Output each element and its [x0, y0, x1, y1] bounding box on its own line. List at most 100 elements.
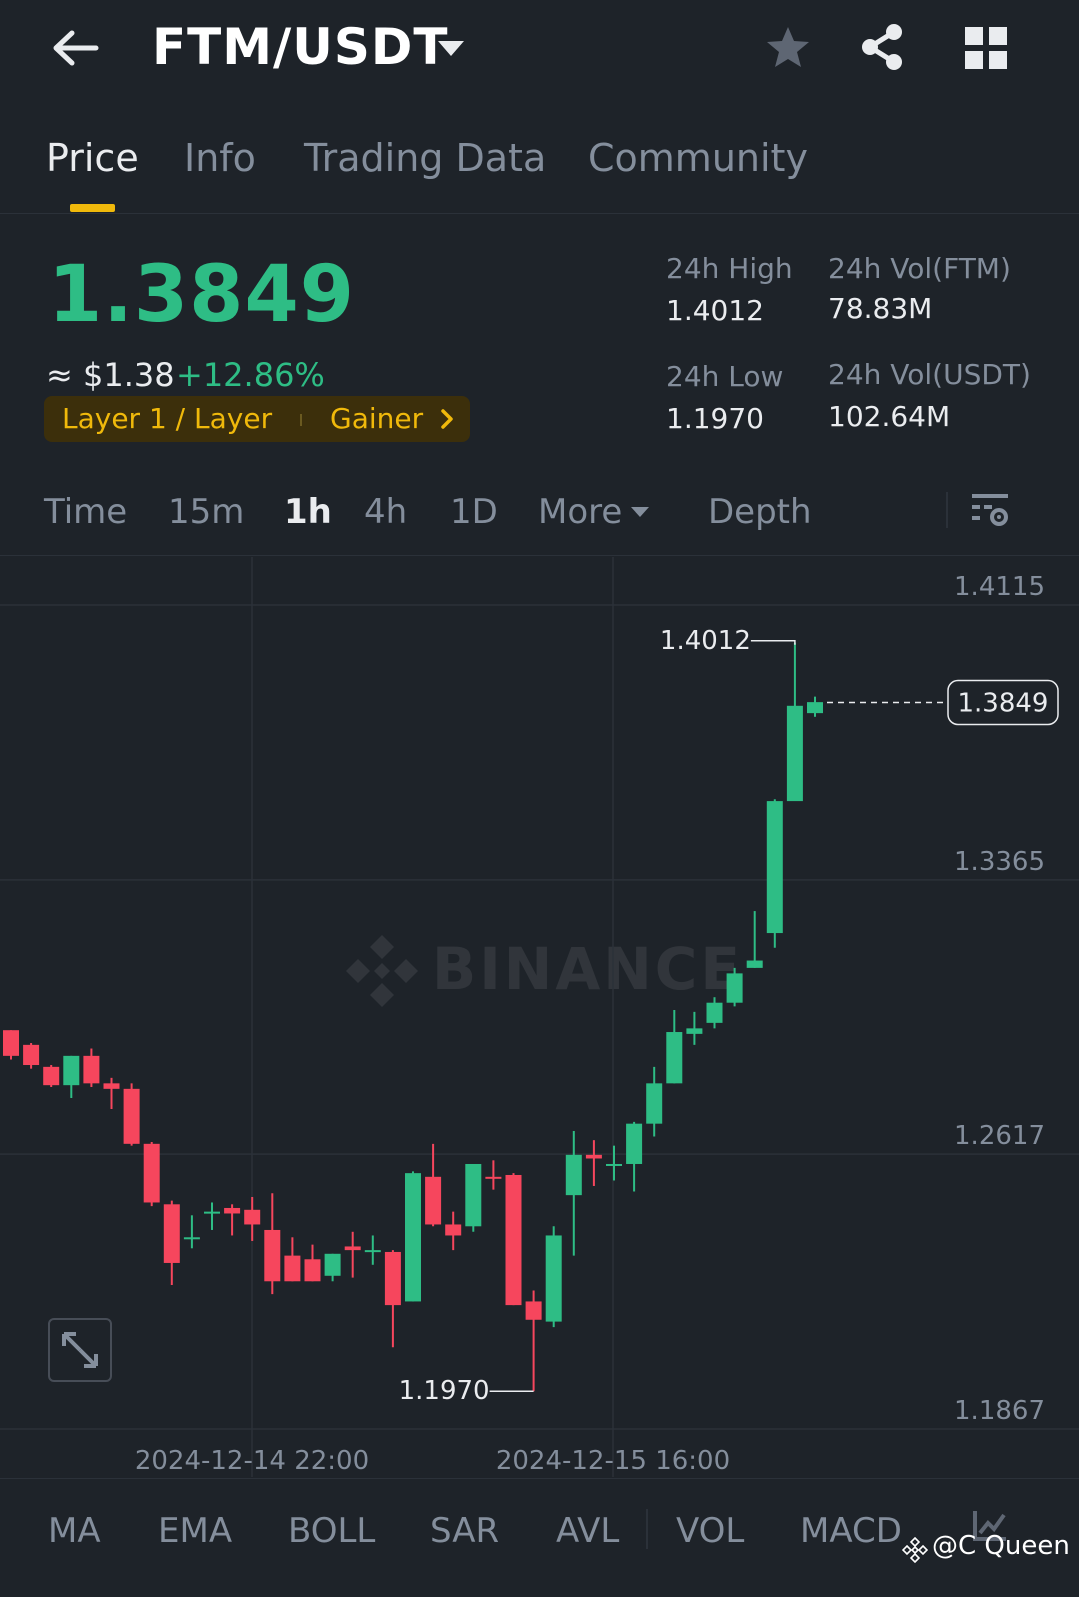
expand-icon	[62, 1332, 98, 1368]
indicator-sar[interactable]: SAR	[430, 1511, 499, 1551]
candle-body	[545, 1235, 562, 1322]
depth-tab[interactable]: Depth	[708, 492, 812, 532]
stat-low-label: 24h Low	[666, 360, 784, 393]
interval-more[interactable]: More	[538, 492, 622, 532]
indicator-boll[interactable]: BOLL	[288, 1511, 375, 1551]
y-axis-tick-label: 1.2617	[954, 1121, 1045, 1151]
back-arrow-icon[interactable]	[50, 28, 100, 68]
chart-settings-icon[interactable]	[970, 490, 1010, 530]
candle-body	[766, 801, 783, 934]
candle-body	[123, 1088, 140, 1144]
candle-body	[344, 1246, 361, 1251]
candle-body	[505, 1174, 522, 1306]
indicator-bar: MA EMA BOLL SAR AVL VOL MACD @C Queen	[0, 1478, 1079, 1597]
interval-1h[interactable]: 1h	[284, 492, 332, 532]
category-tag[interactable]: Layer 1 / Layer Gainer	[44, 396, 470, 442]
candle-body	[304, 1259, 321, 1282]
stat-vol-usdt-value: 102.64M	[828, 400, 951, 433]
pair-title[interactable]: FTM/USDT	[152, 18, 449, 76]
share-icon[interactable]	[858, 22, 906, 72]
y-axis-tick-label: 1.1867	[954, 1396, 1045, 1426]
candle-body	[204, 1211, 220, 1214]
tab-trading-data[interactable]: Trading Data	[304, 136, 546, 180]
indicator-vol[interactable]: VOL	[676, 1511, 744, 1551]
candle-body	[807, 702, 823, 714]
tag-category: Layer 1 / Layer	[62, 402, 273, 435]
candle-body	[445, 1224, 462, 1236]
interval-1d[interactable]: 1D	[450, 492, 498, 532]
user-watermark: @C Queen	[902, 1531, 1070, 1563]
candle-body	[726, 973, 743, 1003]
stat-low-value: 1.1970	[666, 402, 764, 435]
candle-body	[465, 1163, 482, 1227]
candle-body	[183, 1237, 200, 1240]
fullscreen-button[interactable]	[48, 1318, 112, 1382]
candle-body	[706, 1002, 723, 1023]
top-bar: FTM/USDT	[0, 0, 1079, 100]
candle-body	[686, 1028, 703, 1034]
high-annotation-line	[750, 640, 796, 645]
candle-body	[425, 1176, 442, 1225]
candle-body	[786, 705, 803, 802]
interval-4h[interactable]: 4h	[364, 492, 407, 532]
indicator-divider	[646, 1509, 648, 1549]
candle-body	[163, 1204, 180, 1263]
candlestick-chart[interactable]: BINANCE 1.4115 1.3365 1.2617 1.1867 2024-12-…	[0, 557, 1079, 1477]
last-price: 1.3849	[48, 250, 355, 340]
interval-15m[interactable]: 15m	[168, 492, 244, 532]
candle-body	[324, 1253, 341, 1276]
interval-time[interactable]: Time	[44, 492, 127, 532]
grid-menu-icon[interactable]	[964, 26, 1008, 70]
candle-body	[143, 1143, 160, 1203]
stat-vol-ftm-label: 24h Vol(FTM)	[828, 252, 1011, 285]
candle-body	[224, 1207, 241, 1214]
price-change: +12.86%	[176, 356, 325, 394]
candle-body	[384, 1251, 401, 1306]
high-annotation-label: 1.4012	[660, 626, 751, 656]
candle-body	[646, 1083, 663, 1124]
binance-watermark: BINANCE	[346, 935, 743, 1007]
watermark-text: @C Queen	[932, 1531, 1070, 1561]
candle-body	[485, 1176, 502, 1179]
candle-body	[405, 1173, 421, 1302]
star-icon[interactable]	[764, 24, 812, 72]
tab-community[interactable]: Community	[588, 136, 808, 180]
chevron-down-icon[interactable]	[436, 38, 466, 58]
indicator-ema[interactable]: EMA	[158, 1511, 232, 1551]
candle-body	[244, 1209, 261, 1225]
candle-body	[585, 1154, 602, 1159]
candle-body	[264, 1229, 281, 1282]
tag-rank: Gainer	[330, 402, 424, 435]
stat-vol-usdt-label: 24h Vol(USDT)	[828, 358, 1031, 391]
indicator-macd[interactable]: MACD	[800, 1511, 902, 1551]
stat-vol-ftm-value: 78.83M	[828, 292, 933, 325]
candle-body	[3, 1030, 19, 1056]
candle-body	[746, 960, 763, 968]
tag-divider	[300, 414, 302, 426]
candle-body	[23, 1044, 40, 1066]
candle-body	[103, 1083, 120, 1089]
binance-logo-icon	[902, 1537, 928, 1563]
candle-body	[666, 1032, 683, 1084]
last-price-label: 1.3849	[958, 689, 1049, 719]
svg-text:BINANCE: BINANCE	[432, 935, 743, 1003]
candle-body	[525, 1301, 542, 1320]
caret-down-icon[interactable]	[630, 506, 650, 518]
main-tabs: Price Info Trading Data Community	[0, 128, 1079, 214]
x-axis-tick-label: 2024-12-14 22:00	[135, 1446, 369, 1476]
interval-divider	[946, 492, 948, 528]
candle-body	[626, 1123, 643, 1164]
indicator-avl[interactable]: AVL	[556, 1511, 619, 1551]
candle-body	[83, 1055, 100, 1084]
y-axis-tick-label: 1.4115	[954, 572, 1045, 602]
y-axis-tick-label: 1.3365	[954, 847, 1045, 877]
stat-high-value: 1.4012	[666, 294, 764, 327]
tab-price[interactable]: Price	[46, 136, 139, 180]
interval-bar: Time 15m 1h 4h 1D More Depth	[0, 474, 1079, 556]
candle-body	[63, 1055, 80, 1086]
tab-info[interactable]: Info	[184, 136, 256, 180]
candle-body	[364, 1250, 381, 1253]
candle-body	[43, 1066, 60, 1086]
active-tab-indicator	[70, 204, 115, 212]
indicator-ma[interactable]: MA	[48, 1511, 101, 1551]
